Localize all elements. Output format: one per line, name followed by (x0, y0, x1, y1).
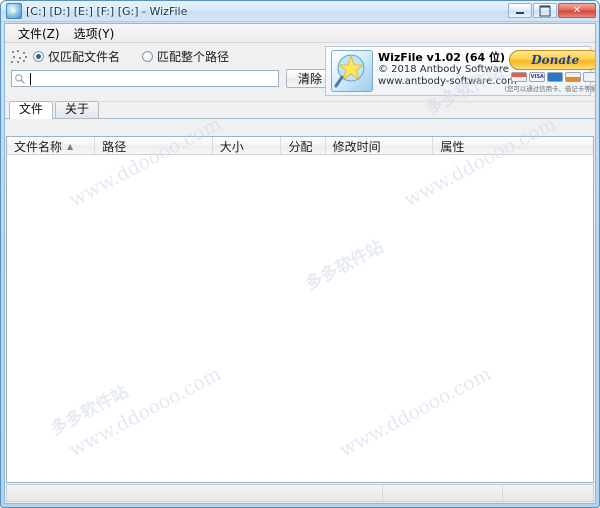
search-row: 清除 (11, 69, 334, 88)
search-panel: 仅匹配文件名 匹配整个路径 清除 WizFile v1.02 (64 位) © … (5, 43, 595, 102)
drives-icon (11, 49, 29, 64)
search-icon (15, 73, 25, 84)
status-tertiary (503, 485, 593, 501)
column-header-row: 文件名称 ▲ 路径 大小 分配 修改时间 属性 (7, 137, 593, 155)
product-name: WizFile v1.02 (64 位) (378, 51, 505, 64)
menu-bar: 文件(Z) 选项(Y) (5, 24, 595, 43)
status-main (7, 485, 383, 501)
paypal-icon (583, 72, 595, 82)
status-secondary (383, 485, 503, 501)
maximize-icon (539, 5, 551, 16)
brand-text: WizFile v1.02 (64 位) © 2018 Antbody Soft… (378, 49, 517, 88)
radio-match-fullpath-label: 匹配整个路径 (157, 50, 230, 64)
search-input[interactable] (28, 72, 268, 85)
radio-match-filename-indicator[interactable] (33, 51, 44, 62)
menu-item-file[interactable]: 文件(Z) (11, 24, 67, 43)
column-header-filename[interactable]: 文件名称 ▲ (7, 137, 96, 154)
copyright-text: © 2018 Antbody Software (378, 64, 509, 75)
close-button[interactable]: ✕ (558, 3, 596, 18)
tab-files[interactable]: 文件 (9, 101, 54, 119)
column-header-modified[interactable]: 修改时间 (326, 137, 434, 154)
donate-button-label: Donate (531, 53, 580, 67)
mastercard-icon (511, 72, 528, 82)
discover-icon (565, 72, 582, 82)
column-header-size[interactable]: 大小 (213, 137, 282, 154)
menu-item-options[interactable]: 选项(Y) (67, 24, 122, 43)
radio-match-filename[interactable]: 仅匹配文件名 (33, 48, 120, 65)
text-caret (30, 73, 31, 85)
radio-match-filename-label: 仅匹配文件名 (48, 50, 121, 64)
column-header-allocated[interactable]: 分配 (281, 137, 326, 154)
wizfile-icon (6, 3, 22, 19)
match-mode-group: 仅匹配文件名 匹配整个路径 (11, 48, 251, 65)
radio-match-fullpath-indicator[interactable] (142, 51, 154, 62)
window-title: [C:] [D:] [E:] [F:] [G:] - WizFile (26, 4, 188, 18)
title-bar[interactable]: [C:] [D:] [E:] [F:] [G:] - WizFile ✕ (1, 1, 599, 22)
application-window: [C:] [D:] [E:] [F:] [G:] - WizFile ✕ 文件(… (0, 0, 600, 508)
donate-area: Donate VISA (您可以通过信用卡、借记卡等捐赠) (500, 49, 596, 94)
column-header-filename-label: 文件名称 (14, 139, 63, 154)
tab-about[interactable]: 关于 (55, 101, 100, 118)
status-bar (6, 484, 594, 502)
website-link[interactable]: www.antbody-software.com (378, 76, 517, 88)
donate-note: (您可以通过信用卡、借记卡等捐赠) (504, 85, 596, 93)
column-header-path[interactable]: 路径 (95, 137, 213, 154)
sort-ascending-icon: ▲ (67, 141, 74, 151)
client-area: 文件(Z) 选项(Y) 仅匹配文件名 匹配整个路径 清除 WizFile v1.… (4, 23, 596, 504)
about-panel: WizFile v1.02 (64 位) © 2018 Antbody Soft… (325, 46, 595, 96)
amex-icon (547, 72, 564, 82)
wizfile-logo-icon (331, 50, 373, 92)
close-icon: ✕ (572, 4, 582, 16)
file-list-rows[interactable] (7, 155, 593, 482)
maximize-button[interactable] (533, 3, 557, 18)
radio-match-fullpath[interactable]: 匹配整个路径 (142, 48, 229, 65)
donate-button[interactable]: Donate (509, 50, 595, 70)
window-controls: ✕ (508, 3, 596, 18)
search-box[interactable] (11, 70, 279, 87)
file-list: 文件名称 ▲ 路径 大小 分配 修改时间 属性 (6, 136, 594, 483)
minimize-icon (516, 12, 524, 15)
payment-methods: VISA (511, 72, 595, 82)
minimize-button[interactable] (508, 3, 532, 18)
tab-bar: 文件 关于 (5, 101, 595, 119)
visa-icon: VISA (529, 72, 546, 82)
column-header-attributes[interactable]: 属性 (433, 137, 593, 154)
